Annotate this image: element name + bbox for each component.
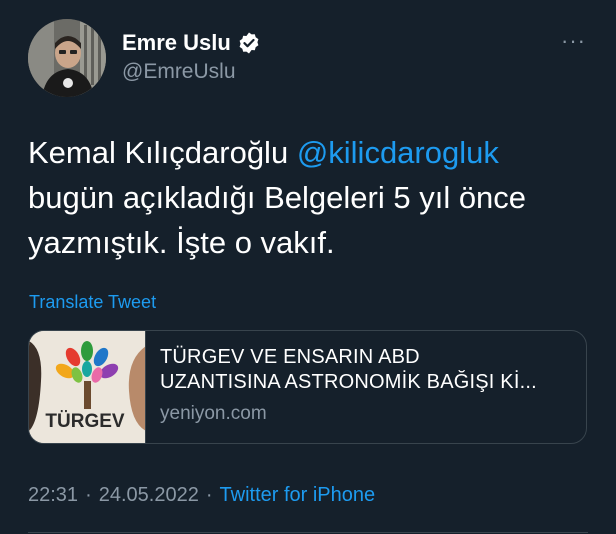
- card-thumbnail: TÜRGEV: [29, 331, 146, 443]
- display-name-row[interactable]: Emre Uslu: [122, 30, 261, 56]
- more-options-icon[interactable]: ···: [561, 28, 586, 54]
- card-title-line: TÜRGEV VE ENSARIN ABD: [160, 346, 420, 368]
- tweet: Emre Uslu @EmreUslu ··· Kemal Kılıçdaroğ…: [0, 0, 616, 534]
- card-title: TÜRGEV VE ENSARIN ABD UZANTISINA ASTRONO…: [160, 345, 580, 395]
- tweet-meta: 22:31 · 24.05.2022 · Twitter for iPhone: [28, 484, 375, 507]
- card-domain: yeniyon.com: [160, 403, 267, 424]
- card-logo-text: TÜRGEV: [45, 411, 125, 432]
- translate-tweet-link[interactable]: Translate Tweet: [29, 292, 156, 313]
- tweet-text-part: bugün açıkladığı Belgeleri 5 yıl önce ya…: [28, 180, 527, 260]
- tweet-date[interactable]: 24.05.2022: [99, 484, 199, 507]
- tweet-time[interactable]: 22:31: [28, 484, 78, 507]
- avatar-photo: [28, 19, 106, 97]
- verified-badge-icon: [237, 31, 261, 55]
- mention-link[interactable]: @kilicdarogluk: [297, 135, 499, 170]
- tweet-text: Kemal Kılıçdaroğlu @kilicdarogluk bugün …: [28, 130, 588, 265]
- turgev-logo-image: TÜRGEV: [29, 331, 145, 443]
- user-handle[interactable]: @EmreUslu: [122, 60, 236, 84]
- display-name[interactable]: Emre Uslu: [122, 30, 231, 56]
- link-preview-card[interactable]: TÜRGEV TÜRGEV VE ENSARIN ABD UZANTISINA …: [28, 330, 587, 444]
- meta-separator: ·: [205, 484, 213, 506]
- tweet-source-link[interactable]: Twitter for iPhone: [220, 484, 376, 507]
- card-title-line: UZANTISINA ASTRONOMİK BAĞIŞI Kİ...: [160, 371, 537, 393]
- divider: [28, 532, 588, 533]
- tweet-text-part: Kemal Kılıçdaroğlu: [28, 135, 297, 170]
- avatar[interactable]: [28, 19, 106, 97]
- meta-separator: ·: [85, 484, 92, 506]
- card-body: TÜRGEV VE ENSARIN ABD UZANTISINA ASTRONO…: [146, 331, 580, 443]
